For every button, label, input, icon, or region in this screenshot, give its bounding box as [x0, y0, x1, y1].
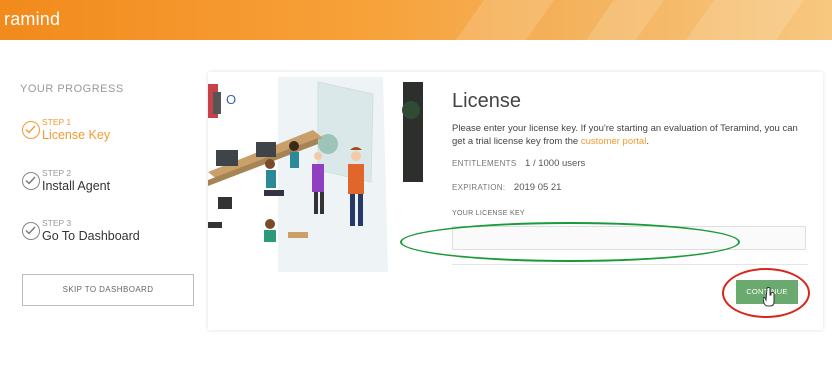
- header-decoration: [585, 0, 665, 40]
- check-circle-icon: [22, 172, 40, 190]
- expiration-row: EXPIRATION: 2019 05 21: [452, 182, 561, 193]
- license-key-label: YOUR LICENSE KEY: [452, 210, 525, 217]
- expiration-value: 2019 05 21: [513, 182, 562, 193]
- step-number: STEP 3: [42, 218, 72, 228]
- progress-title: YOUR PROGRESS: [20, 83, 124, 95]
- check-circle-icon: [22, 121, 40, 139]
- license-description: Please enter your license key. If you're…: [452, 122, 812, 148]
- expiration-label: EXPIRATION:: [452, 183, 506, 192]
- customer-portal-link[interactable]: customer portal: [581, 136, 646, 147]
- check-circle-icon: [22, 222, 40, 240]
- svg-text:O: O: [226, 92, 236, 107]
- step-label: Go To Dashboard: [42, 229, 140, 243]
- header-decoration: [455, 0, 555, 40]
- license-title: License: [452, 90, 521, 112]
- hand-cursor-icon: [762, 287, 777, 312]
- description-period: .: [646, 136, 649, 147]
- brand-logo[interactable]: ramind: [4, 9, 60, 30]
- skip-to-dashboard-button[interactable]: SKIP TO DASHBOARD: [22, 274, 194, 306]
- entitlements-label: ENTITLEMENTS: [452, 159, 517, 168]
- step-number: STEP 1: [42, 117, 72, 127]
- step-label: Install Agent: [42, 179, 111, 193]
- top-header-bar: ramind: [0, 0, 832, 40]
- step-number: STEP 2: [42, 168, 72, 178]
- license-key-input[interactable]: [452, 226, 806, 250]
- header-decoration: [685, 0, 805, 40]
- entitlements-row: ENTITLEMENTS 1 / 1000 users: [452, 158, 585, 169]
- divider: [452, 264, 808, 265]
- step-label: License Key: [42, 128, 111, 142]
- entitlements-value: 1 / 1000 users: [525, 158, 586, 169]
- office-illustration: O: [208, 72, 428, 272]
